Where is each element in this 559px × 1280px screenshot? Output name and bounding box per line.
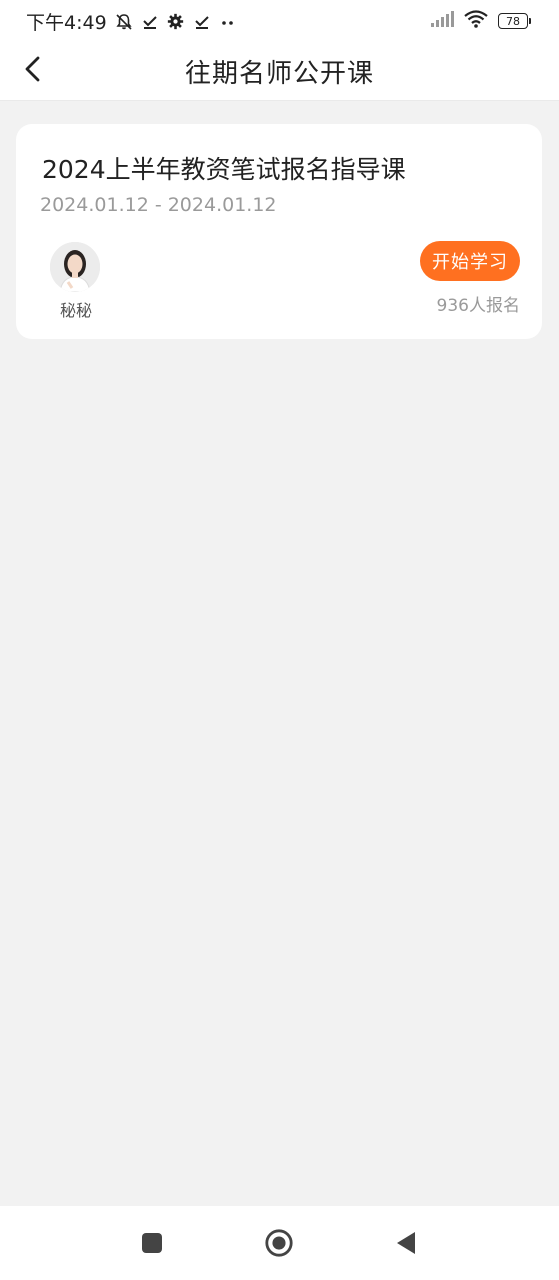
course-title: 2024上半年教资笔试报名指导课 [42,155,406,184]
bell-muted-icon [115,13,133,31]
check-download-icon [141,13,159,31]
check-download-icon [193,13,211,31]
teacher-avatar [50,242,100,292]
battery-icon: 78 [498,13,531,29]
course-date-range: 2024.01.12 - 2024.01.12 [40,194,277,216]
status-time: 下午4:49 [26,12,107,34]
gear-icon [167,13,185,31]
signal-icon [430,10,454,32]
page-title: 往期名师公开课 [184,59,374,89]
status-bar: 下午4:49 78 [0,0,559,40]
home-icon [265,1229,293,1257]
enroll-count: 936人报名 [436,296,520,316]
recent-apps-icon [142,1233,162,1253]
start-learning-button[interactable]: 开始学习 [420,241,520,281]
back-icon [397,1232,415,1254]
system-nav-bar [0,1206,559,1280]
battery-level: 78 [506,14,520,28]
course-card[interactable]: 2024上半年教资笔试报名指导课 2024.01.12 - 2024.01.12… [16,124,542,339]
wifi-icon [464,10,488,32]
status-left: 下午4:49 [26,8,237,35]
home-button[interactable] [264,1228,294,1258]
status-right: 78 [430,10,531,32]
more-dots-icon [219,13,237,31]
teacher-name: 秘秘 [59,301,92,320]
page-header: 往期名师公开课 [0,40,559,101]
system-back-button[interactable] [391,1228,421,1258]
recent-apps-button[interactable] [137,1228,167,1258]
